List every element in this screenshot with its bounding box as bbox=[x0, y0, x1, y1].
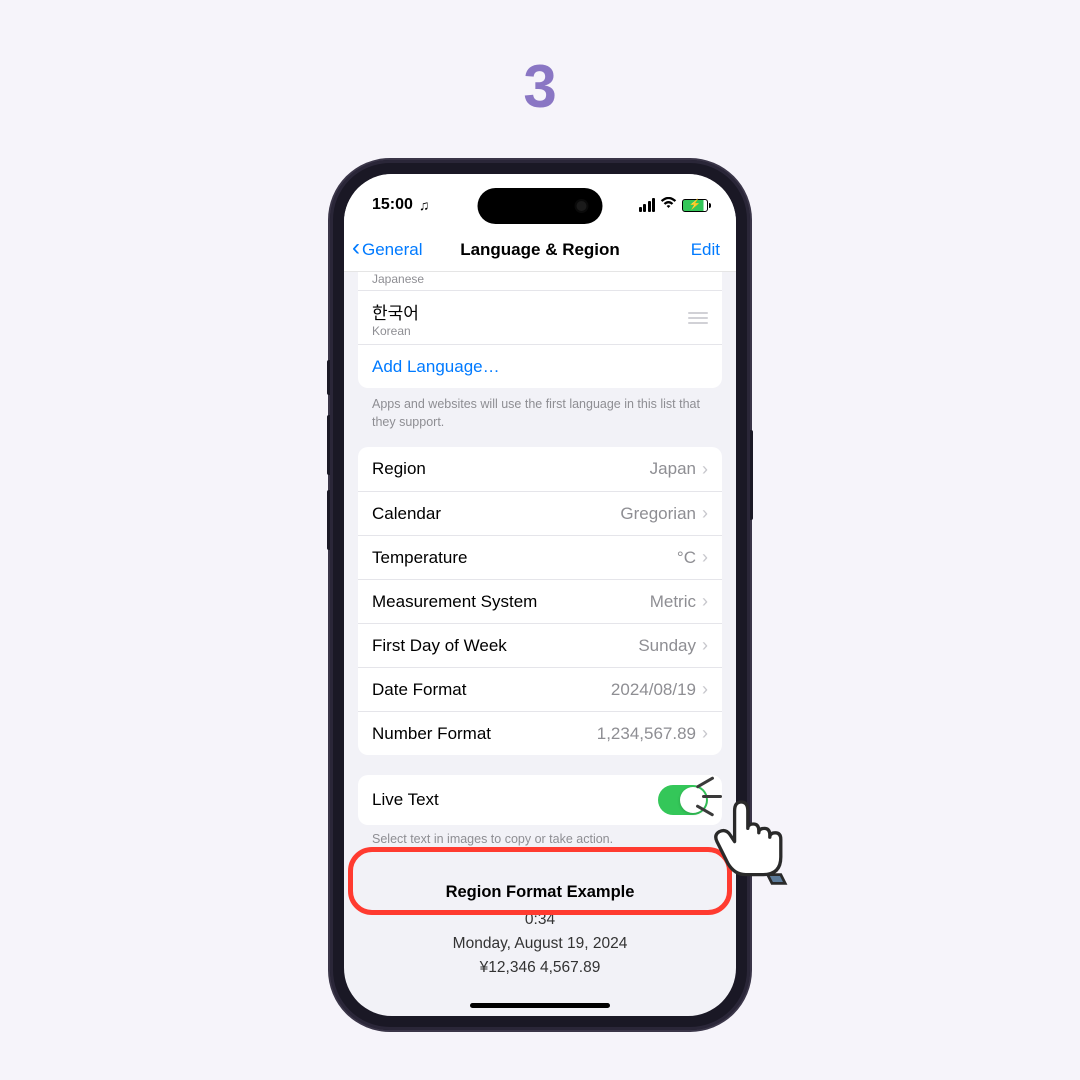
temperature-row[interactable]: Temperature °C › bbox=[358, 535, 722, 579]
reorder-handle-icon[interactable] bbox=[688, 312, 708, 324]
setting-value: Japan bbox=[650, 459, 696, 479]
back-button[interactable]: ‹ General bbox=[352, 237, 422, 262]
chevron-right-icon: › bbox=[702, 459, 708, 480]
language-row-partial[interactable]: Japanese bbox=[358, 272, 722, 290]
phone-side-button bbox=[327, 490, 330, 550]
calendar-row[interactable]: Calendar Gregorian › bbox=[358, 491, 722, 535]
chevron-right-icon: › bbox=[702, 679, 708, 700]
phone-frame: 15:00 ♫ ⚡ ‹ General Language & Region Ed… bbox=[330, 160, 750, 1030]
chevron-right-icon: › bbox=[702, 547, 708, 568]
first-day-row[interactable]: First Day of Week Sunday › bbox=[358, 623, 722, 667]
add-language-label: Add Language… bbox=[372, 357, 500, 377]
step-number: 3 bbox=[523, 52, 556, 121]
highlight-callout bbox=[348, 847, 732, 915]
setting-label: First Day of Week bbox=[372, 636, 507, 656]
language-row[interactable]: 한국어 Korean bbox=[358, 290, 722, 344]
wifi-icon bbox=[660, 196, 677, 214]
date-format-row[interactable]: Date Format 2024/08/19 › bbox=[358, 667, 722, 711]
setting-value: Sunday bbox=[638, 636, 696, 656]
chevron-right-icon: › bbox=[702, 591, 708, 612]
navigation-bar: ‹ General Language & Region Edit bbox=[344, 228, 736, 272]
setting-label: Date Format bbox=[372, 680, 466, 700]
setting-value: °C bbox=[677, 548, 696, 568]
home-indicator[interactable] bbox=[470, 1003, 610, 1008]
language-title: 한국어 bbox=[372, 299, 419, 324]
setting-value: 2024/08/19 bbox=[611, 680, 696, 700]
battery-icon: ⚡ bbox=[682, 199, 708, 212]
page-title: Language & Region bbox=[460, 240, 620, 260]
chevron-right-icon: › bbox=[702, 723, 708, 744]
phone-side-button bbox=[327, 360, 330, 395]
setting-value: 1,234,567.89 bbox=[597, 724, 696, 744]
headphones-icon: ♫ bbox=[419, 197, 430, 213]
measurement-row[interactable]: Measurement System Metric › bbox=[358, 579, 722, 623]
setting-label: Region bbox=[372, 459, 426, 479]
example-numbers: ¥12,346 4,567.89 bbox=[344, 956, 736, 980]
live-text-label: Live Text bbox=[372, 790, 439, 810]
phone-screen: 15:00 ♫ ⚡ ‹ General Language & Region Ed… bbox=[344, 174, 736, 1016]
status-time: 15:00 bbox=[372, 196, 413, 214]
live-text-row: Live Text bbox=[358, 775, 722, 825]
region-settings-group: Region Japan › Calendar Gregorian › Temper… bbox=[358, 447, 722, 755]
language-subtitle: Korean bbox=[372, 324, 411, 338]
setting-label: Measurement System bbox=[372, 592, 537, 612]
dynamic-island bbox=[478, 188, 603, 224]
region-row[interactable]: Region Japan › bbox=[358, 447, 722, 491]
chevron-right-icon: › bbox=[702, 635, 708, 656]
number-format-row[interactable]: Number Format 1,234,567.89 › bbox=[358, 711, 722, 755]
pointer-hand-icon bbox=[695, 780, 805, 895]
chevron-left-icon: ‹ bbox=[352, 234, 360, 262]
chevron-right-icon: › bbox=[702, 503, 708, 524]
edit-button[interactable]: Edit bbox=[691, 240, 720, 260]
add-language-button[interactable]: Add Language… bbox=[358, 344, 722, 388]
languages-group: Japanese 한국어 Korean Add Language… bbox=[358, 272, 722, 388]
setting-label: Number Format bbox=[372, 724, 491, 744]
setting-label: Calendar bbox=[372, 504, 441, 524]
phone-side-button bbox=[327, 415, 330, 475]
back-label: General bbox=[362, 240, 422, 260]
phone-side-button bbox=[750, 430, 753, 520]
languages-footer: Apps and websites will use the first lan… bbox=[344, 388, 736, 447]
language-subtitle: Japanese bbox=[372, 272, 424, 286]
cellular-icon bbox=[639, 198, 656, 212]
setting-label: Temperature bbox=[372, 548, 467, 568]
example-date: Monday, August 19, 2024 bbox=[344, 932, 736, 956]
setting-value: Metric bbox=[650, 592, 696, 612]
setting-value: Gregorian bbox=[620, 504, 696, 524]
content-scroll[interactable]: Japanese 한국어 Korean Add Language… Apps a… bbox=[344, 272, 736, 1016]
